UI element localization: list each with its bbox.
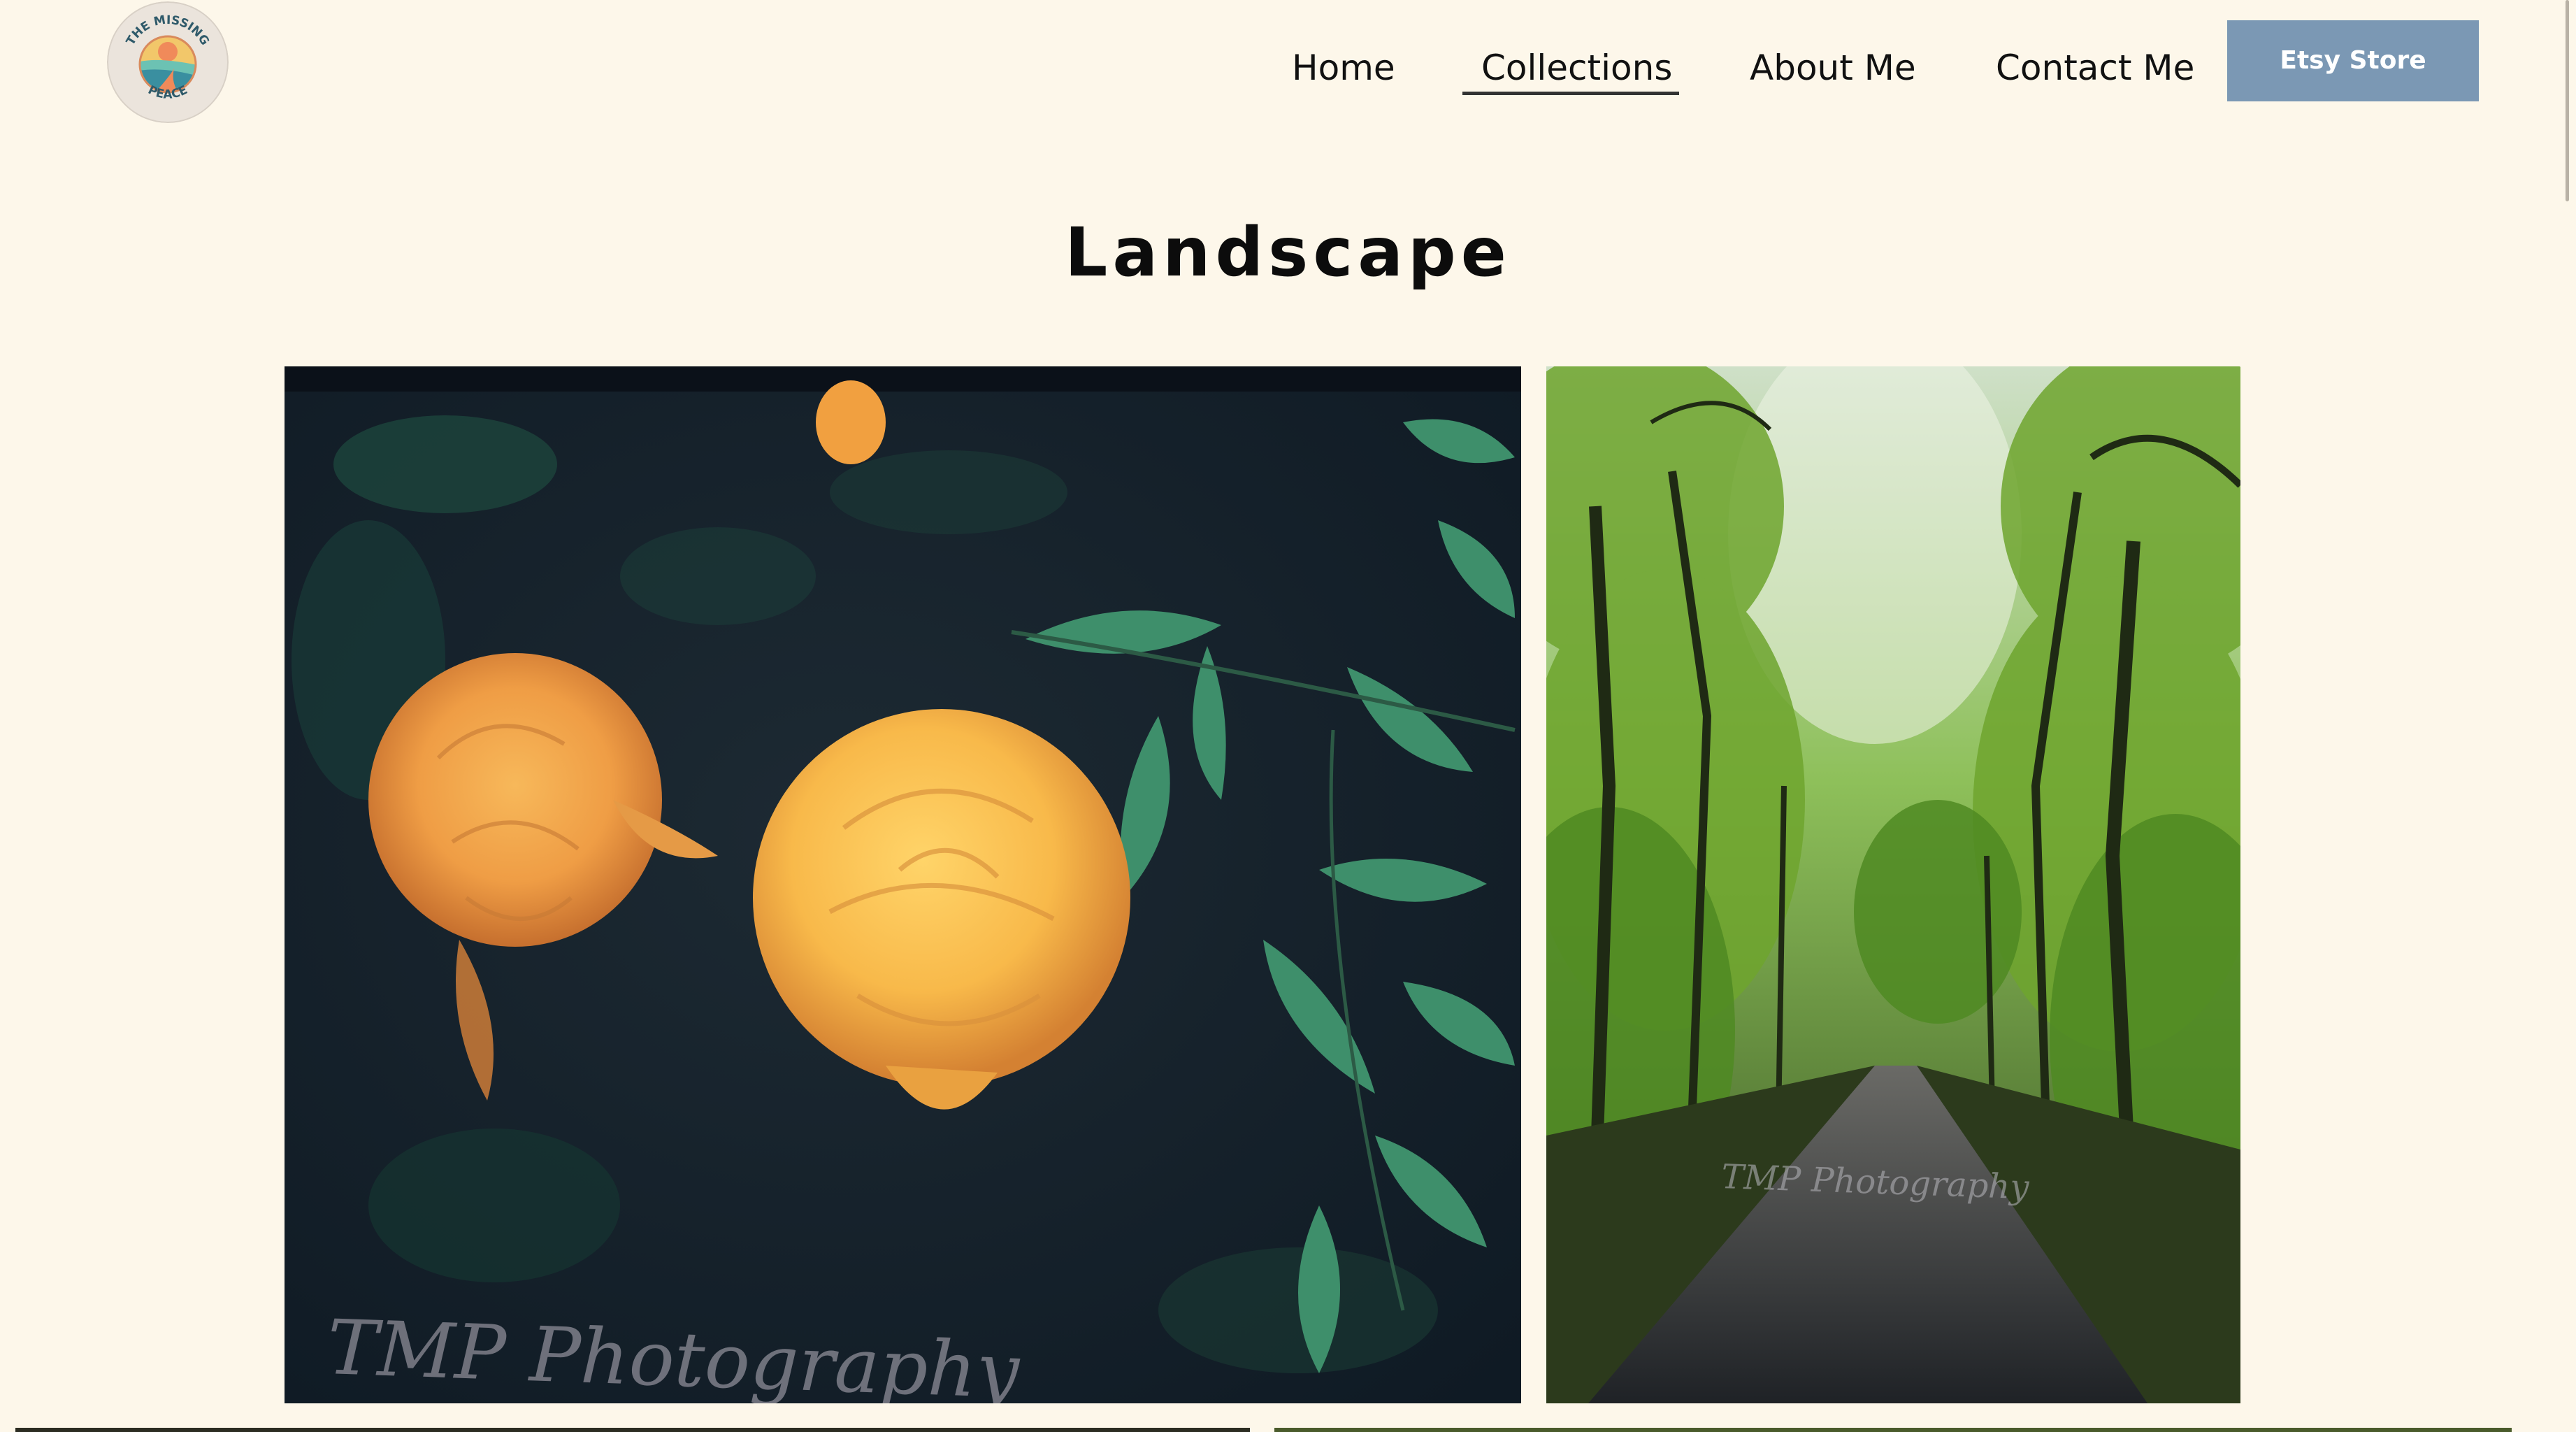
gallery-photo-next-right[interactable] <box>1274 1428 2512 1432</box>
nav-about-me[interactable]: About Me <box>1750 43 1916 92</box>
gallery-photo-next-left[interactable] <box>15 1428 1250 1432</box>
site-logo[interactable]: THE MISSING PEACE <box>107 1 229 123</box>
nav-home[interactable]: Home <box>1292 43 1395 92</box>
nav-contact-me[interactable]: Contact Me <box>1996 43 2194 92</box>
etsy-store-button[interactable]: Etsy Store <box>2227 20 2479 101</box>
page-scrollbar[interactable] <box>2566 0 2569 201</box>
forest-road-photo: TMP Photography <box>1546 366 2240 1403</box>
nav-active-underline <box>1462 92 1679 95</box>
page-title: Landscape <box>1065 213 1511 292</box>
gallery-photo-forest-road[interactable]: TMP Photography <box>1546 366 2240 1403</box>
the-missing-peace-logo-icon: THE MISSING PEACE <box>107 1 229 123</box>
nav-collections[interactable]: Collections <box>1481 43 1672 92</box>
yellow-roses-photo: TMP Photography <box>285 366 1521 1403</box>
gallery-photo-roses[interactable]: TMP Photography <box>285 366 1521 1403</box>
